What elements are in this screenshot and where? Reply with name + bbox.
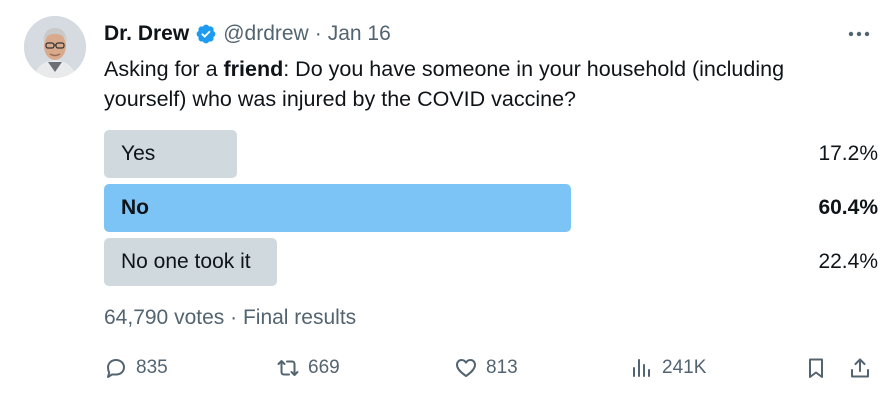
avatar-photo — [24, 16, 86, 78]
views-count: 241K — [662, 357, 707, 378]
bookmark-button[interactable] — [804, 352, 828, 384]
poll-option-no-one-took-it: No one took it 22.4% — [104, 238, 878, 286]
views-icon — [633, 359, 650, 377]
views-button[interactable]: 241K — [630, 352, 706, 384]
repost-icon — [277, 360, 299, 376]
reply-count: 835 — [136, 357, 168, 378]
repost-button[interactable]: 669 — [276, 352, 340, 384]
repost-count: 669 — [308, 357, 340, 378]
poll-option-yes: Yes 17.2% — [104, 130, 878, 178]
poll-votes: 64,790 votes — [104, 306, 225, 329]
poll: Yes 17.2% No 60.4% No one took it 22.4% — [104, 130, 878, 292]
tweet-text-bold: friend — [223, 57, 284, 81]
poll-option-percent: 17.2% — [818, 142, 878, 165]
poll-meta-separator: · — [230, 306, 238, 329]
reply-button[interactable]: 835 — [104, 352, 168, 384]
poll-option-label: No — [121, 196, 149, 219]
poll-option-percent: 22.4% — [818, 250, 878, 273]
bookmark-icon — [809, 358, 823, 378]
like-button[interactable]: 813 — [454, 352, 518, 384]
poll-status: Final results — [242, 306, 357, 329]
tweet-text-prefix: Asking for a — [104, 57, 224, 81]
like-icon — [456, 359, 476, 377]
author-handle[interactable]: @drdrew — [223, 22, 309, 46]
poll-option-percent: 60.4% — [818, 196, 878, 219]
poll-option-no: No 60.4% — [104, 184, 878, 232]
tweet-actions: 835 669 813 241K — [104, 352, 880, 384]
poll-option-label: No one took it — [121, 250, 251, 273]
poll-meta: 64,790 votes · Final results — [104, 306, 356, 330]
reply-icon — [107, 359, 125, 378]
tweet-text: Asking for a friend: Do you have someone… — [104, 54, 864, 114]
author-name[interactable]: Dr. Drew — [104, 22, 189, 46]
avatar[interactable] — [24, 16, 86, 78]
poll-option-label: Yes — [121, 142, 156, 165]
share-button[interactable] — [848, 352, 872, 384]
poll-option-bar — [104, 184, 571, 232]
verified-badge-icon[interactable] — [195, 23, 217, 45]
like-count: 813 — [486, 357, 518, 378]
more-icon[interactable] — [845, 22, 873, 46]
tweet-date[interactable]: Jan 16 — [328, 22, 391, 46]
tweet-header: Dr. Drew @drdrew · Jan 16 — [104, 20, 391, 48]
header-separator: · — [314, 22, 322, 45]
share-icon — [851, 358, 869, 378]
